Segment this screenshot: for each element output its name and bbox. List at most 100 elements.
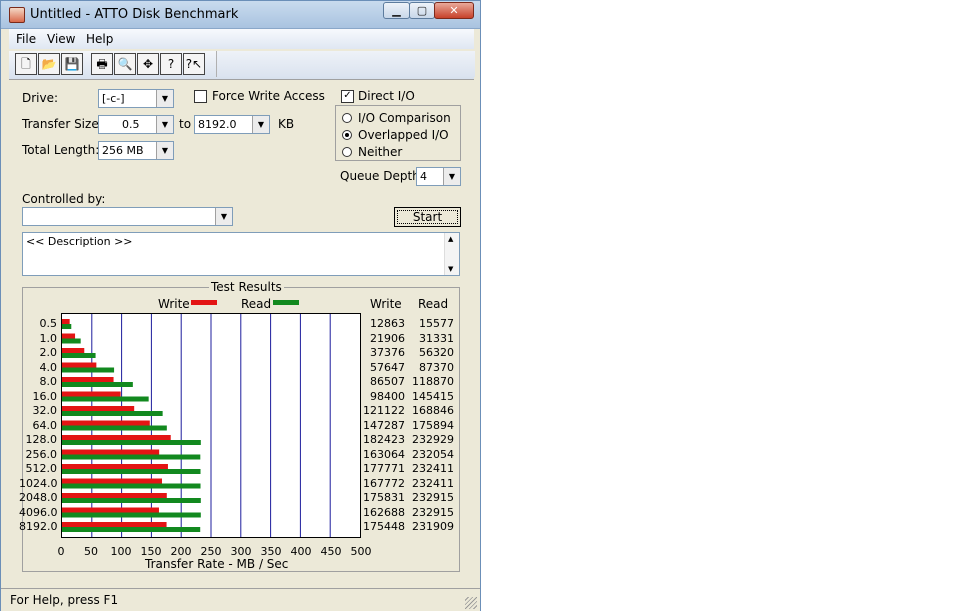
x-axis-label: Transfer Rate - MB / Sec <box>145 557 289 571</box>
write-value: 177771 <box>363 462 405 475</box>
read-bar <box>62 367 115 373</box>
chevron-down-icon: ▼ <box>156 116 173 133</box>
chevron-down-icon: ▼ <box>156 90 173 107</box>
window-title: Untitled - ATTO Disk Benchmark <box>30 7 239 22</box>
close-button[interactable]: ✕ <box>434 2 474 19</box>
write-bar <box>62 435 171 440</box>
x-tick-label: 50 <box>84 545 98 558</box>
help-icon[interactable]: ? <box>160 53 182 75</box>
status-bar: For Help, press F1 <box>1 588 480 611</box>
total-length-label: Total Length: <box>22 143 100 157</box>
read-value: 232411 <box>412 462 454 475</box>
read-value: 87370 <box>419 360 454 374</box>
write-bar <box>62 319 70 324</box>
status-text: For Help, press F1 <box>10 593 119 607</box>
start-button[interactable]: Start <box>394 207 461 227</box>
menu-help[interactable]: Help <box>86 32 113 46</box>
write-bar <box>62 464 168 469</box>
minimize-button[interactable]: ▁ <box>383 2 410 19</box>
write-bar <box>62 420 150 426</box>
write-value: 98400 <box>370 389 405 403</box>
category-label: 1.0 <box>39 331 58 345</box>
transfer-to-select[interactable]: 8192.0 ▼ <box>194 115 270 134</box>
read-value: 232054 <box>412 447 454 461</box>
read-bar <box>62 469 201 474</box>
drive-value: [-c-] <box>102 92 125 105</box>
category-label: 4.0 <box>39 360 58 374</box>
read-bar <box>62 425 167 431</box>
menu-view[interactable]: View <box>47 32 75 46</box>
print-icon[interactable]: 🖶 <box>91 53 113 75</box>
write-legend-label: Write <box>158 297 190 311</box>
x-tick-label: 0 <box>57 545 65 558</box>
neither-radio[interactable] <box>342 147 352 157</box>
write-bar <box>62 377 114 382</box>
to-label: to <box>179 117 192 131</box>
category-label: 2048.0 <box>19 491 58 504</box>
read-bar <box>62 324 72 329</box>
direct-io-checkbox[interactable]: ✓ <box>341 90 354 103</box>
write-bar <box>62 478 162 484</box>
read-bar <box>62 512 201 518</box>
read-value: 15577 <box>419 317 454 330</box>
open-icon[interactable]: 📂 <box>38 53 60 75</box>
force-write-label: Force Write Access <box>212 89 325 103</box>
read-value: 145415 <box>412 389 454 403</box>
chevron-down-icon: ▼ <box>215 208 232 225</box>
io-comparison-radio[interactable] <box>342 113 352 123</box>
write-value: 162688 <box>363 505 405 519</box>
maximize-button[interactable]: ▢ <box>409 2 435 19</box>
test-results-title: Test Results <box>209 280 284 294</box>
read-bar <box>62 396 149 402</box>
read-bar <box>62 483 201 489</box>
write-value: 167772 <box>363 476 405 490</box>
category-label: 8192.0 <box>19 520 58 533</box>
write-bar <box>62 333 76 339</box>
move-icon[interactable]: ✥ <box>137 53 159 75</box>
category-label: 32.0 <box>32 404 58 417</box>
chevron-down-icon: ▼ <box>448 265 454 273</box>
write-bar <box>62 522 167 527</box>
read-bar <box>62 382 133 387</box>
queue-depth-select[interactable]: 4 ▼ <box>416 167 461 186</box>
menu-bar: File View Help <box>9 29 474 49</box>
description-scrollbar[interactable]: ▲ ▼ <box>444 233 459 275</box>
force-write-checkbox[interactable] <box>194 90 207 103</box>
transfer-to-value: 8192.0 <box>198 118 237 131</box>
write-value: 182423 <box>363 433 405 446</box>
chevron-up-icon: ▲ <box>448 235 454 243</box>
category-label: 512.0 <box>25 462 58 475</box>
results-chart-svg <box>62 314 331 537</box>
drive-select[interactable]: [-c-] ▼ <box>98 89 174 108</box>
print-preview-icon[interactable]: 🔍 <box>114 53 136 75</box>
write-bar <box>62 507 159 513</box>
write-column-header: Write <box>370 297 402 311</box>
write-legend-swatch <box>191 300 217 305</box>
controlled-by-select[interactable]: ▼ <box>22 207 233 226</box>
write-bar <box>62 493 167 498</box>
x-tick-label: 400 <box>290 545 312 558</box>
description-box[interactable]: << Description >> ▲ ▼ <box>22 232 460 276</box>
write-value: 175448 <box>363 520 405 533</box>
read-bar <box>62 411 163 416</box>
overlapped-io-radio[interactable] <box>342 130 352 140</box>
app-window: Untitled - ATTO Disk Benchmark ▁ ▢ ✕ Fil… <box>0 0 481 611</box>
read-value: 56320 <box>419 346 454 359</box>
write-value: 12863 <box>370 317 405 330</box>
read-bar <box>62 440 201 445</box>
queue-depth-value: 4 <box>420 170 427 183</box>
direct-io-label: Direct I/O <box>358 89 415 103</box>
resize-grip[interactable] <box>465 597 477 609</box>
write-bar <box>62 391 121 397</box>
description-text: << Description >> <box>26 235 133 248</box>
read-bar <box>62 353 96 358</box>
transfer-from-select[interactable]: 0.5 ▼ <box>98 115 174 134</box>
io-comparison-label: I/O Comparison <box>358 111 451 125</box>
read-bar <box>62 454 201 460</box>
total-length-select[interactable]: 256 MB ▼ <box>98 141 174 160</box>
new-icon[interactable]: 🗋 <box>15 53 37 75</box>
context-help-icon[interactable]: ?↖ <box>183 53 205 75</box>
menu-file[interactable]: File <box>16 32 36 46</box>
save-icon[interactable]: 💾 <box>61 53 83 75</box>
write-value: 175831 <box>363 491 405 504</box>
